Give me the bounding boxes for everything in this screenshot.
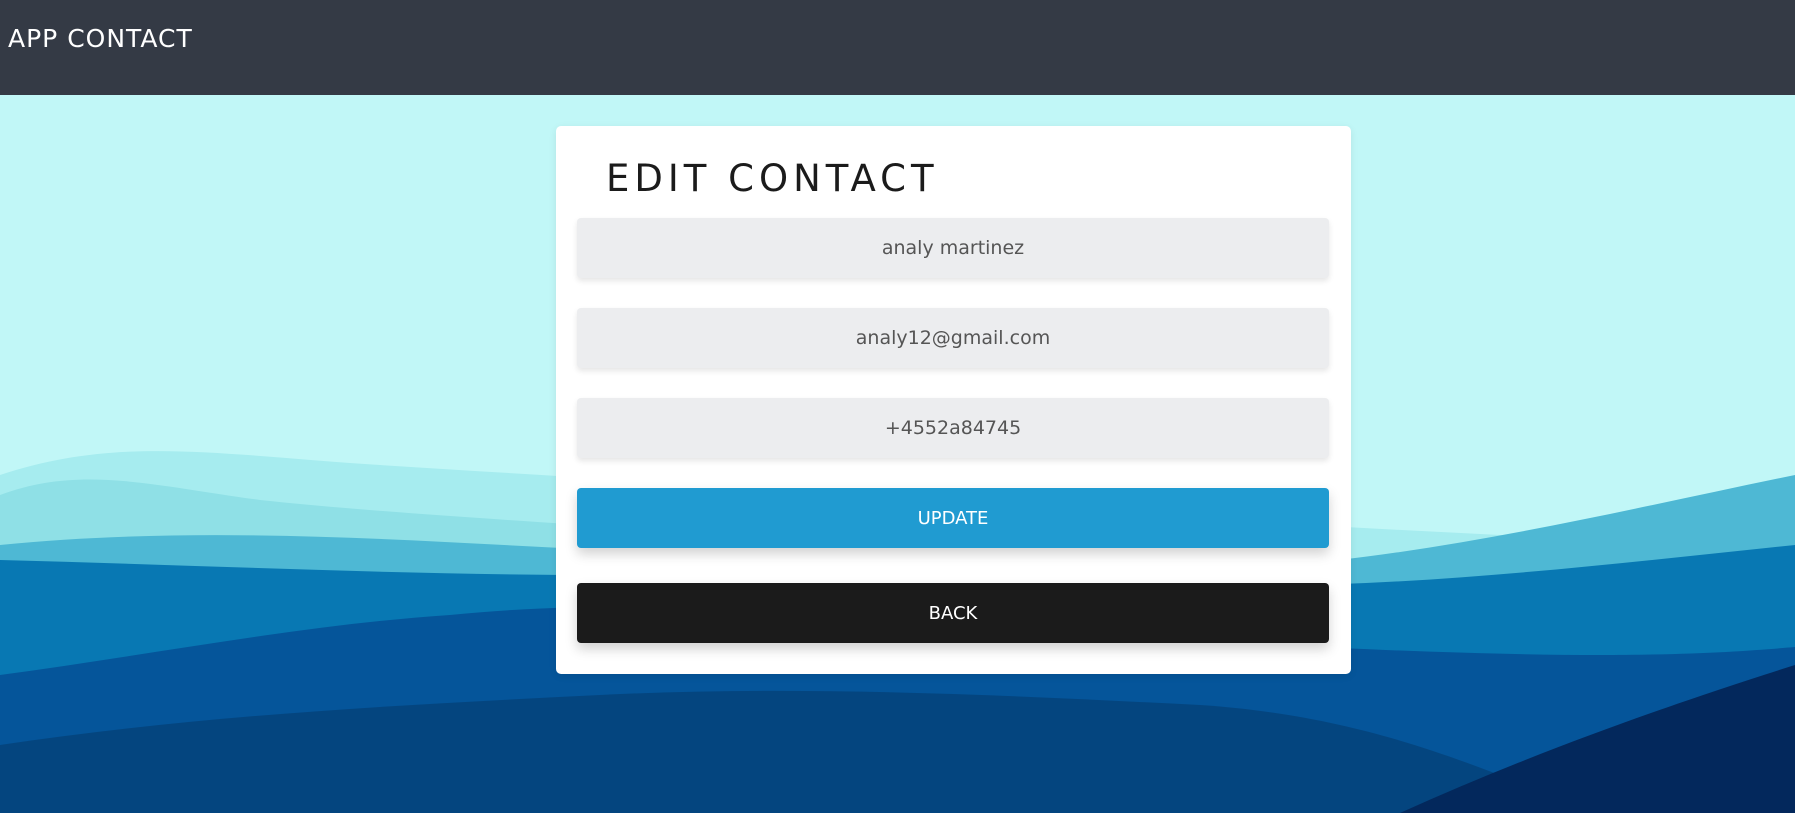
edit-contact-card: EDIT CONTACT UPDATE BACK (556, 126, 1351, 674)
name-input[interactable] (577, 218, 1329, 278)
navbar: APP CONTACT (0, 0, 1795, 95)
update-button[interactable]: UPDATE (577, 488, 1329, 548)
phone-input[interactable] (577, 398, 1329, 458)
email-input[interactable] (577, 308, 1329, 368)
back-button[interactable]: BACK (577, 583, 1329, 643)
page-title: EDIT CONTACT (606, 157, 939, 200)
brand-title[interactable]: APP CONTACT (8, 22, 193, 56)
